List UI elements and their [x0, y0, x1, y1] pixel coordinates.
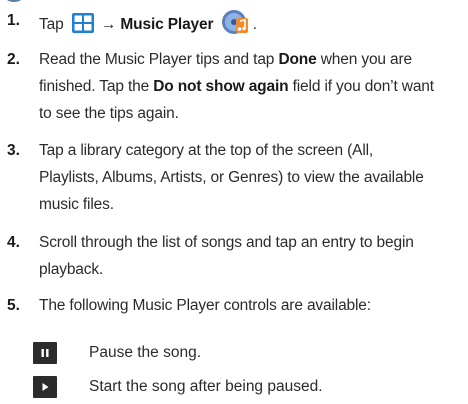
instruction-page: 1. Tap → Music Player . 2. Read the Musi… — [0, 0, 468, 404]
play-icon — [33, 376, 57, 398]
pause-description: Pause the song. — [89, 344, 202, 361]
pause-icon — [33, 342, 57, 364]
play-description: Start the song after being paused. — [89, 378, 323, 395]
controls-list: Pause the song. Start the song after bei… — [0, 0, 460, 404]
